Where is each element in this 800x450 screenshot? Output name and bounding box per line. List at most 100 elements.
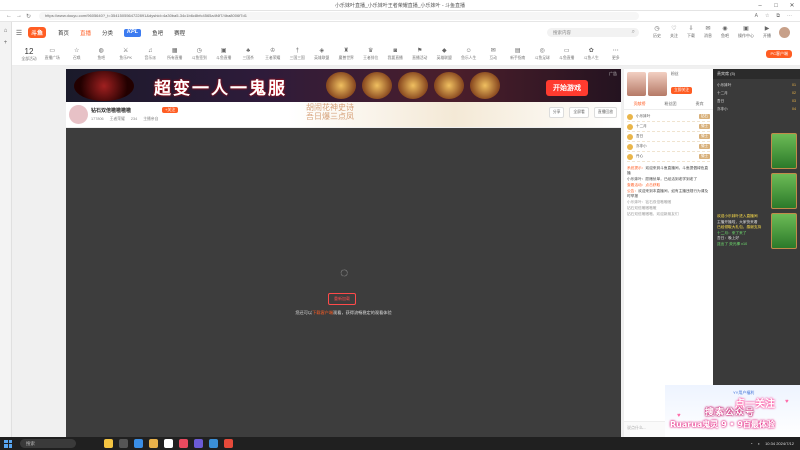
fullscreen-button[interactable]: 全屏看 bbox=[569, 107, 589, 118]
vip-row[interactable]: 亦非小 04 bbox=[717, 105, 796, 113]
category-item[interactable]: ♣ 三国杀 bbox=[236, 47, 261, 61]
category-item[interactable]: ♔ 王者荣耀 bbox=[261, 47, 286, 61]
search-input[interactable]: 搜索内容 ⌕ bbox=[547, 28, 639, 37]
home-icon[interactable]: ⌂ bbox=[0, 28, 11, 34]
tab-fans[interactable]: 粉丝团 bbox=[665, 101, 677, 107]
category-item[interactable]: ⚔ 鱼乐PK bbox=[114, 47, 139, 61]
fish-icon: ◍ bbox=[98, 48, 104, 54]
app-icon[interactable] bbox=[224, 439, 233, 448]
replay-button[interactable]: 直播回放 bbox=[593, 107, 617, 118]
stream-button[interactable]: ▶ 开播 bbox=[763, 26, 771, 39]
volume-icon[interactable]: ◖ bbox=[758, 441, 760, 446]
vip-row[interactable]: 吾日 03 bbox=[717, 97, 796, 105]
menu-icon[interactable]: ☰ bbox=[12, 29, 26, 37]
rank-row[interactable]: 小乐妹叶 钻石 bbox=[627, 112, 710, 122]
nav-yuba[interactable]: 鱼吧 bbox=[152, 29, 163, 37]
favorite-icon[interactable]: ☆ bbox=[765, 13, 769, 19]
wifi-icon[interactable]: ◔ bbox=[750, 441, 752, 446]
category-item[interactable]: ☺ 鱼乐人生 bbox=[457, 47, 482, 61]
category-item[interactable]: ◎ 斗鱼足球 bbox=[530, 47, 555, 61]
nav-home[interactable]: 首页 bbox=[58, 29, 69, 37]
anchor-photo[interactable] bbox=[627, 72, 646, 96]
app-icon[interactable] bbox=[179, 439, 188, 448]
app-icon[interactable] bbox=[194, 439, 203, 448]
edge-icon[interactable] bbox=[134, 439, 143, 448]
message-button[interactable]: ✉ 消息 bbox=[704, 26, 712, 39]
category-item[interactable]: ⋯ 更多 bbox=[604, 47, 629, 61]
add-icon[interactable]: + bbox=[0, 40, 11, 46]
site-logo[interactable]: 斗鱼 bbox=[28, 27, 47, 38]
reader-icon[interactable]: A bbox=[755, 13, 758, 19]
rank-row[interactable]: 吾日 骑士 bbox=[627, 132, 710, 142]
category-item[interactable]: ◙ 我要直播 bbox=[383, 47, 408, 61]
center-button[interactable]: ▣ 操作中心 bbox=[738, 26, 754, 39]
category-item[interactable]: ▣ 斗鱼直播 bbox=[212, 47, 237, 61]
reload-button[interactable]: 重新加载 bbox=[328, 293, 356, 305]
category-item[interactable]: ▦ 所有直播 bbox=[163, 47, 188, 61]
folder-icon[interactable] bbox=[149, 439, 158, 448]
category-item[interactable]: ◍ 鱼吧 bbox=[89, 47, 114, 61]
gift-card[interactable] bbox=[771, 173, 797, 209]
share-button[interactable]: 分享 bbox=[548, 107, 565, 118]
tab-vip[interactable]: 贵宾 bbox=[696, 101, 704, 107]
rank-row[interactable]: 丹心 骑士 bbox=[627, 152, 710, 162]
back-icon[interactable]: ← bbox=[6, 13, 12, 20]
app-icon[interactable] bbox=[164, 439, 173, 448]
start-game-button[interactable]: 开始游戏 bbox=[546, 80, 588, 96]
steam-icon[interactable] bbox=[209, 439, 218, 448]
avatar[interactable] bbox=[779, 27, 790, 38]
nav-category[interactable]: 分类 bbox=[102, 29, 113, 37]
nav-live[interactable]: 直播 bbox=[80, 29, 91, 37]
yuba-button[interactable]: ◉ 鱼吧 bbox=[721, 26, 729, 39]
tab-contribution[interactable]: 贡献榜 bbox=[634, 101, 646, 107]
gift-card[interactable] bbox=[771, 133, 797, 169]
search-icon[interactable]: ⌕ bbox=[632, 28, 635, 37]
category-item[interactable]: ♫ 音乐派 bbox=[138, 47, 163, 61]
clock[interactable]: 10:34 2024/7/12 bbox=[765, 441, 794, 446]
banner-ad[interactable]: 超变一人一鬼服 开始游戏 广告 bbox=[66, 69, 621, 102]
category-item[interactable]: ✿ 斗鱼人生 bbox=[579, 47, 604, 61]
follow-button[interactable]: +关注 bbox=[162, 107, 179, 113]
category-item[interactable]: ▭ 直播广场 bbox=[40, 47, 65, 61]
more-icon[interactable]: ⋯ bbox=[787, 13, 792, 19]
anchor-photo[interactable] bbox=[648, 72, 667, 96]
download-button[interactable]: ⇩ 下载 bbox=[687, 26, 695, 39]
vip-row[interactable]: 十二月 02 bbox=[717, 89, 796, 97]
category-item[interactable]: ✉ 互动 bbox=[481, 47, 506, 61]
maximize-button[interactable]: □ bbox=[768, 0, 784, 11]
room-category[interactable]: 王者荣耀 bbox=[110, 117, 125, 122]
taskbar-search[interactable]: 搜索 bbox=[20, 439, 76, 448]
category-item[interactable]: ⚑ 直播活动 bbox=[408, 47, 433, 61]
refresh-icon[interactable]: ↻ bbox=[26, 13, 31, 20]
history-button[interactable]: ◷ 历史 bbox=[653, 26, 661, 39]
forward-icon[interactable]: → bbox=[16, 13, 22, 20]
minimize-button[interactable]: – bbox=[752, 0, 768, 11]
category-item[interactable]: ◷ 斗鱼签到 bbox=[187, 47, 212, 61]
category-item[interactable]: ◆ 英雄联盟 bbox=[432, 47, 457, 61]
download-client-link[interactable]: 下载客户端 bbox=[312, 310, 333, 315]
nav-kpl[interactable]: KPL bbox=[124, 28, 142, 37]
category-item[interactable]: ☆ 召唤 bbox=[65, 47, 90, 61]
category-item[interactable]: † 三国三国 bbox=[285, 47, 310, 61]
anchor-follow-button[interactable]: 立即关注 bbox=[671, 87, 693, 94]
start-button[interactable] bbox=[4, 439, 12, 448]
streamer-avatar[interactable] bbox=[69, 105, 88, 124]
widget-icon[interactable] bbox=[104, 439, 113, 448]
vip-row[interactable]: 小乐妹叶 01 bbox=[717, 81, 796, 89]
rank-row[interactable]: 亦非小 骑士 bbox=[627, 142, 710, 152]
rank-row[interactable]: 十二月 骑士 bbox=[627, 122, 710, 132]
close-button[interactable]: ✕ bbox=[784, 0, 800, 11]
category-item[interactable]: ◈ 英雄联盟 bbox=[310, 47, 335, 61]
category-item[interactable]: ♜ 魔兽世界 bbox=[334, 47, 359, 61]
follow-button[interactable]: ♡ 关注 bbox=[670, 26, 678, 39]
video-player[interactable]: ◌ 重新加载 您还可以下载客户端观看，获得流畅稳定的观看体验 bbox=[66, 128, 621, 437]
nav-schedule[interactable]: 赛程 bbox=[174, 29, 185, 37]
category-item[interactable]: ▤ 新手指南 bbox=[506, 47, 531, 61]
category-item[interactable]: ▭ 斗鱼直播 bbox=[555, 47, 580, 61]
pc-client-button[interactable]: PC客户端 bbox=[766, 50, 792, 58]
task-view-icon[interactable] bbox=[119, 439, 128, 448]
url-field[interactable]: https://www.douyu.com/9605640?_t=3541505… bbox=[39, 12, 640, 20]
collections-icon[interactable]: ⧉ bbox=[776, 13, 780, 19]
activity-calendar[interactable]: 12 全部活动 bbox=[18, 47, 40, 62]
category-item[interactable]: ♛ 王者排位 bbox=[359, 47, 384, 61]
